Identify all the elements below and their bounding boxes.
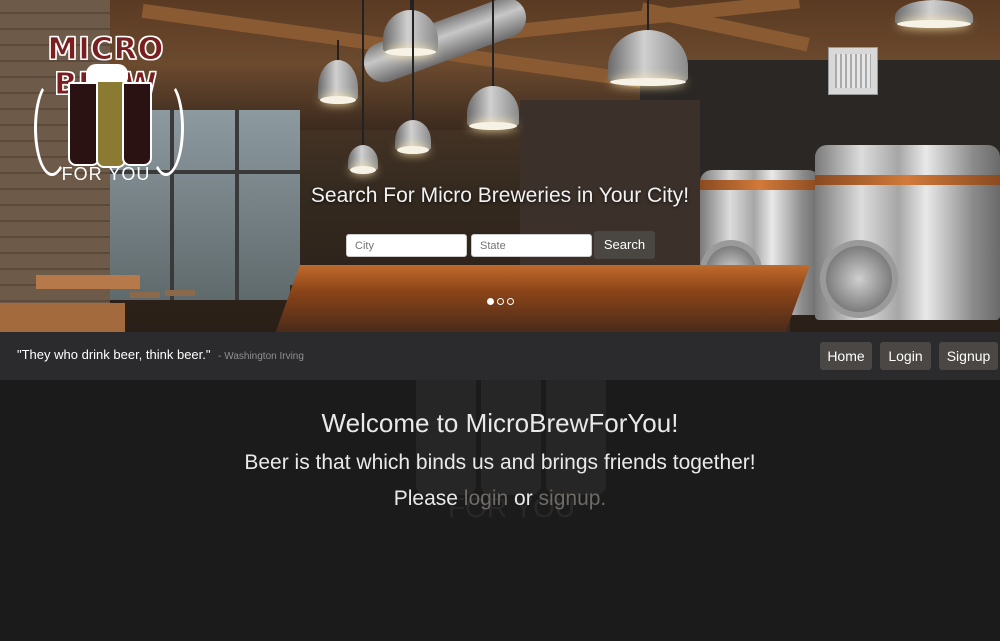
quote-author: - Washington Irving: [218, 351, 304, 362]
bar-stool: [130, 292, 160, 298]
welcome-cta: Please login or signup.: [0, 487, 1000, 511]
wheat-icon: [148, 80, 184, 176]
login-link[interactable]: login: [464, 487, 508, 510]
login-button[interactable]: Login: [880, 342, 931, 370]
welcome-heading: Welcome to MicroBrewForYou!: [321, 408, 679, 438]
signup-link[interactable]: signup.: [539, 487, 607, 510]
quote-bar: "They who drink beer, think beer." - Was…: [0, 332, 1000, 380]
pendant-lamp: [395, 0, 431, 154]
city-input[interactable]: [346, 234, 467, 257]
cta-prefix: Please: [393, 487, 458, 510]
carousel-dot[interactable]: [507, 298, 514, 305]
wooden-table: [36, 275, 140, 289]
hero-banner: MICRO BREW FOR YOU Search For Micro Brew…: [0, 0, 1000, 332]
bar-counter: [275, 265, 810, 332]
logo-subtitle: FOR YOU: [61, 164, 151, 184]
quote-text: "They who drink beer, think beer.": [17, 347, 211, 362]
pendant-lamp: [895, 0, 973, 28]
bar-stool: [165, 290, 195, 296]
carousel-dot[interactable]: [497, 298, 504, 305]
beer-foam-icon: [86, 64, 128, 82]
wall-vent: [828, 47, 878, 95]
search-button[interactable]: Search: [594, 231, 655, 259]
pendant-lamp: [467, 0, 519, 130]
pendant-lamp: [608, 0, 688, 86]
brew-tank: [815, 145, 1000, 320]
welcome-subheading: Beer is that which binds us and brings f…: [244, 451, 756, 474]
carousel-dot[interactable]: [487, 298, 494, 305]
wheat-icon: [34, 80, 70, 176]
state-input[interactable]: [471, 234, 592, 257]
home-button[interactable]: Home: [820, 342, 872, 370]
carousel-indicators: [487, 298, 514, 307]
pendant-lamp: [348, 0, 378, 174]
beer-glass-icon: [122, 82, 152, 166]
brand-logo[interactable]: MICRO BREW FOR YOU: [16, 30, 196, 190]
search-title: Search For Micro Breweries in Your City!: [310, 184, 690, 207]
cta-middle: or: [514, 487, 533, 510]
signup-button[interactable]: Signup: [939, 342, 998, 370]
quote: "They who drink beer, think beer." - Was…: [17, 347, 304, 362]
wooden-table: [0, 303, 125, 332]
